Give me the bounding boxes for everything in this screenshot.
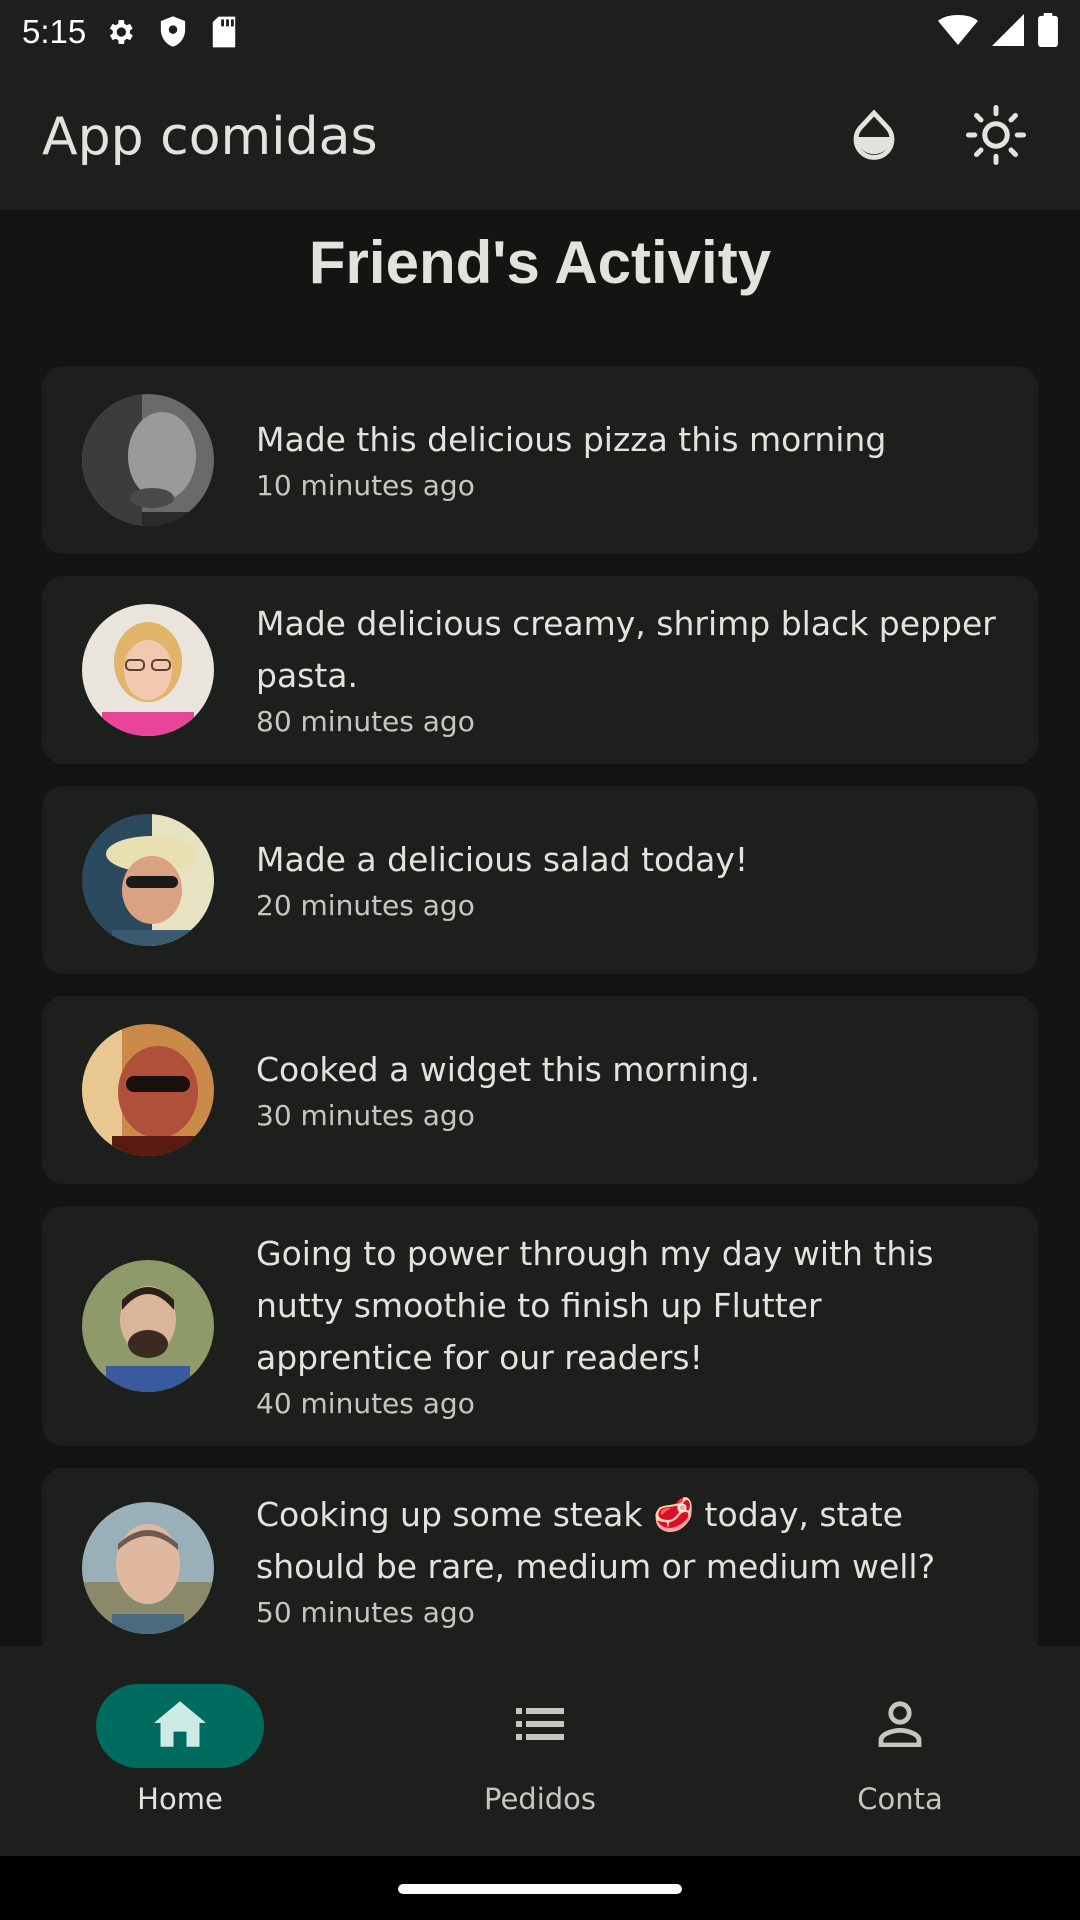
- nav-label-home: Home: [137, 1782, 223, 1816]
- nav-label-conta: Conta: [857, 1782, 943, 1816]
- activity-title: Made this delicious pizza this morning: [256, 420, 887, 459]
- activity-time: 50 minutes ago: [256, 1596, 475, 1629]
- nav-item-home[interactable]: Home: [0, 1646, 360, 1856]
- page-title: Friend's Activity: [308, 229, 772, 296]
- activity-time: 30 minutes ago: [256, 1099, 475, 1132]
- activity-card[interactable]: Made a delicious salad today! 20 minutes…: [42, 786, 1038, 974]
- app-title: App comidas: [42, 107, 378, 167]
- activity-time: 80 minutes ago: [256, 705, 475, 738]
- theme-color-button[interactable]: [832, 95, 916, 179]
- avatar: [82, 814, 214, 946]
- light-mode-icon: [966, 105, 1026, 169]
- nav-active-indicator: [96, 1684, 264, 1768]
- avatar: [82, 1502, 214, 1634]
- activity-card[interactable]: Made this delicious pizza this morning 1…: [42, 366, 1038, 554]
- wifi-icon: [938, 15, 978, 49]
- status-bar: 5:15: [0, 0, 1080, 64]
- settings-icon: [104, 16, 136, 48]
- signal-icon: [992, 14, 1024, 50]
- activity-title: Made delicious creamy, shrimp black pepp…: [256, 604, 996, 695]
- activity-title: Cooking up some steak 🥩 today, state sho…: [256, 1495, 936, 1586]
- activity-card[interactable]: Cooking up some steak 🥩 today, state sho…: [42, 1468, 1038, 1646]
- activity-card[interactable]: Made delicious creamy, shrimp black pepp…: [42, 576, 1038, 764]
- activity-feed[interactable]: Made this delicious pizza this morning 1…: [42, 366, 1038, 1646]
- avatar: [82, 604, 214, 736]
- status-time: 5:15: [22, 13, 87, 50]
- home-icon: [154, 1701, 206, 1751]
- activity-card[interactable]: Cooked a widget this morning. 30 minutes…: [42, 996, 1038, 1184]
- water-drop-icon: [850, 109, 898, 165]
- avatar: [82, 1260, 214, 1392]
- avatar: [82, 394, 214, 526]
- activity-title: Cooked a widget this morning.: [256, 1050, 761, 1089]
- app-bar: App comidas: [0, 64, 1080, 210]
- activity-time: 40 minutes ago: [256, 1387, 475, 1420]
- shield-icon: [158, 15, 188, 49]
- app-screen: 5:15 App comidas Friend's Activity Made …: [0, 0, 1080, 1920]
- nav-item-conta[interactable]: Conta: [720, 1646, 1080, 1856]
- bottom-navigation: Home Pedidos Conta: [0, 1646, 1080, 1856]
- list-icon: [515, 1708, 565, 1744]
- activity-title: Going to power through my day with this …: [256, 1234, 934, 1377]
- nav-item-pedidos[interactable]: Pedidos: [360, 1646, 720, 1856]
- battery-icon: [1038, 13, 1058, 51]
- nav-indicator: [456, 1684, 624, 1768]
- avatar: [82, 1024, 214, 1156]
- brightness-toggle-button[interactable]: [954, 95, 1038, 179]
- nav-indicator: [816, 1684, 984, 1768]
- home-gesture-bar[interactable]: [398, 1884, 682, 1894]
- sd-card-icon: [210, 15, 238, 49]
- activity-title: Made a delicious salad today!: [256, 840, 749, 879]
- activity-card[interactable]: Going to power through my day with this …: [42, 1206, 1038, 1446]
- activity-time: 20 minutes ago: [256, 889, 475, 922]
- nav-label-pedidos: Pedidos: [483, 1782, 597, 1816]
- person-icon: [878, 1701, 922, 1751]
- activity-time: 10 minutes ago: [256, 469, 475, 502]
